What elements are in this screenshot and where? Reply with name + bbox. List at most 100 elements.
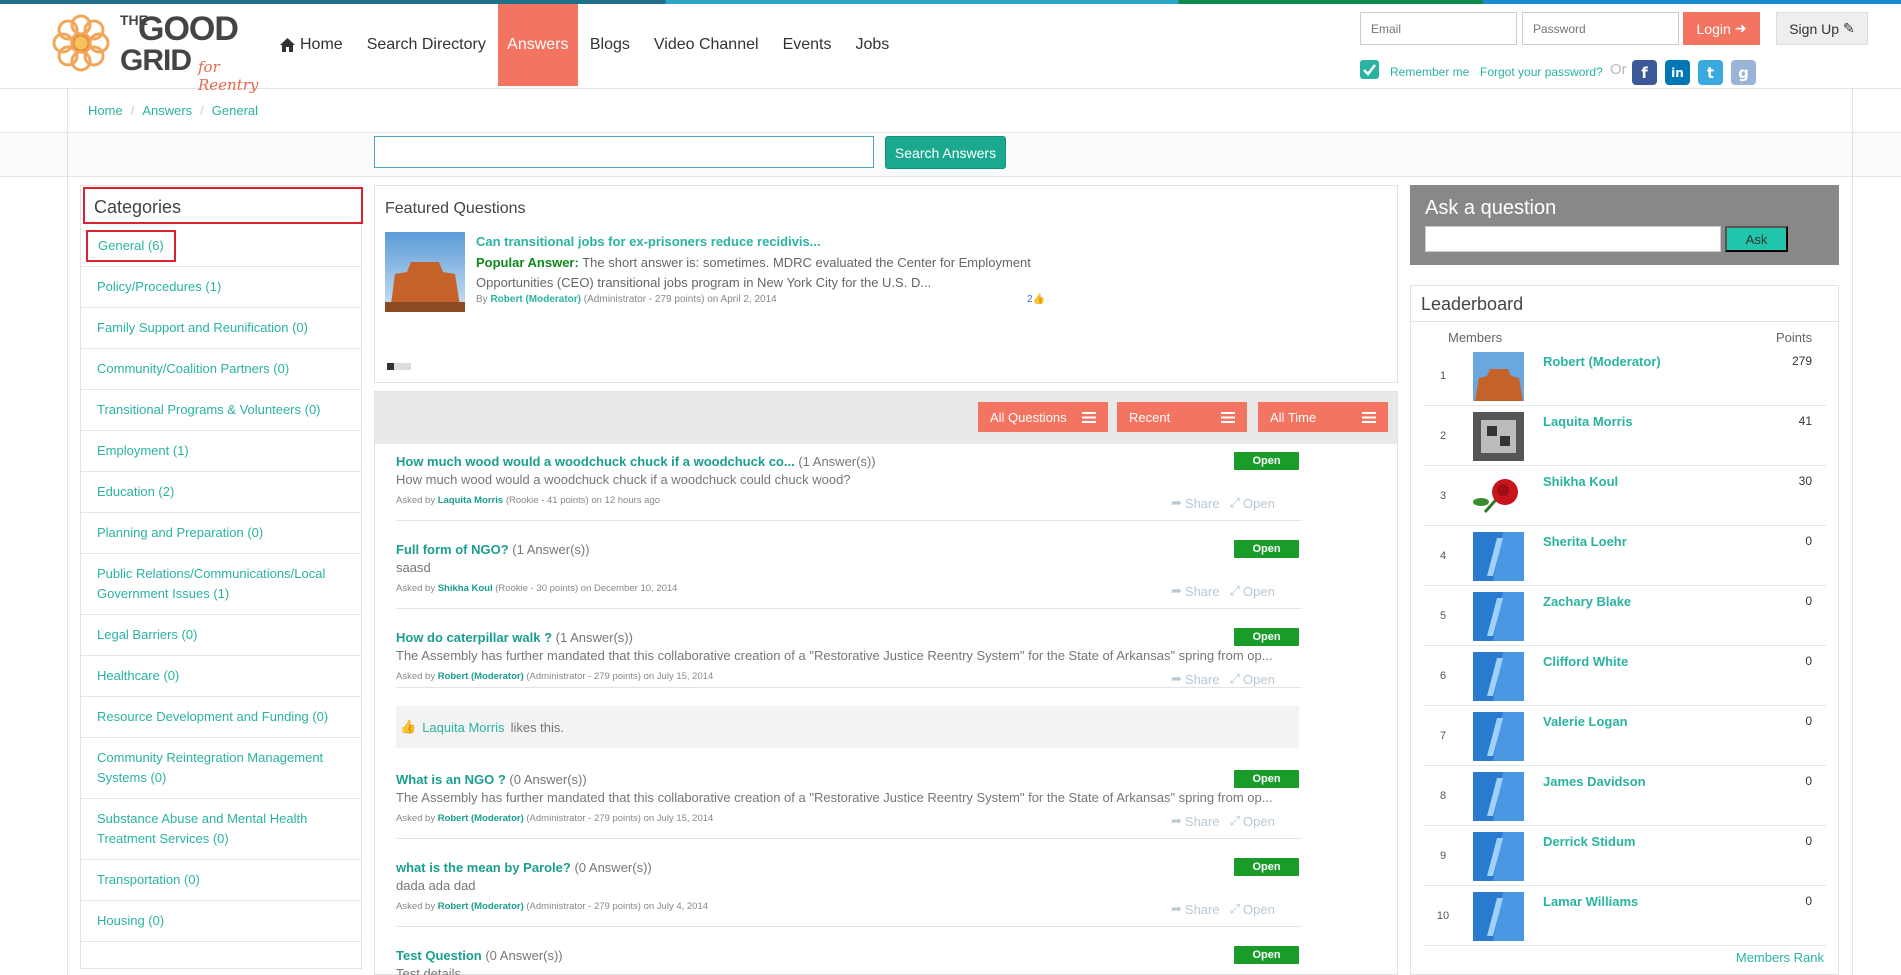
category-item[interactable]: Family Support and Reunification (0) <box>81 308 361 349</box>
remember-me-label[interactable]: Remember me <box>1390 65 1469 79</box>
member-name-link[interactable]: James Davidson <box>1543 774 1646 789</box>
share-button[interactable]: ➦ Share <box>1171 813 1220 829</box>
featured-likes[interactable]: 2👍 <box>1027 294 1045 305</box>
facebook-icon[interactable]: f <box>1632 60 1657 85</box>
linkedin-icon[interactable]: in <box>1665 60 1690 85</box>
filter-recent[interactable]: Recent <box>1117 402 1247 432</box>
password-field[interactable] <box>1522 12 1679 45</box>
open-button[interactable]: ⤢ Open <box>1230 813 1275 829</box>
category-item[interactable]: Community Reintegration Management Syste… <box>81 738 361 799</box>
avatar[interactable] <box>1473 712 1524 761</box>
category-item[interactable]: Resource Development and Funding (0) <box>81 697 361 738</box>
question-link[interactable]: Test Question <box>396 948 482 963</box>
category-item[interactable]: Transitional Programs & Volunteers (0) <box>81 390 361 431</box>
signup-button[interactable]: Sign Up ✎ <box>1776 12 1868 45</box>
member-name-link[interactable]: Shikha Koul <box>1543 474 1618 489</box>
avatar[interactable] <box>1473 832 1524 881</box>
category-item[interactable]: Planning and Preparation (0) <box>81 513 361 554</box>
avatar[interactable] <box>1473 352 1524 401</box>
nav-search-directory[interactable]: Search Directory <box>355 4 498 86</box>
nav-home[interactable]: Home <box>268 4 355 86</box>
author-link[interactable]: Robert (Moderator) <box>438 813 524 824</box>
category-item[interactable]: Healthcare (0) <box>81 656 361 697</box>
featured-author-link[interactable]: Robert (Moderator) <box>490 294 581 305</box>
open-label: Open <box>1243 495 1275 511</box>
author-link[interactable]: Shikha Koul <box>438 583 493 594</box>
email-field[interactable] <box>1360 12 1517 45</box>
open-button[interactable]: ⤢ Open <box>1230 671 1275 687</box>
category-item[interactable]: Housing (0) <box>81 901 361 942</box>
question-link[interactable]: Full form of NGO? <box>396 542 509 557</box>
question-link[interactable]: How much wood would a woodchuck chuck if… <box>396 454 795 469</box>
list-icon <box>1221 411 1235 423</box>
avatar[interactable] <box>1473 472 1524 521</box>
featured-thumbnail[interactable] <box>385 232 465 312</box>
member-name-link[interactable]: Derrick Stidum <box>1543 834 1635 849</box>
question-link[interactable]: What is an NGO ? <box>396 772 506 787</box>
nav-jobs[interactable]: Jobs <box>843 4 901 86</box>
share-button[interactable]: ➦ Share <box>1171 901 1220 917</box>
question-title: Test Question (0 Answer(s)) <box>396 948 563 963</box>
ask-button[interactable]: Ask <box>1725 226 1788 252</box>
featured-question-link[interactable]: Can transitional jobs for ex-prisoners r… <box>476 234 821 249</box>
breadcrumb-general[interactable]: General <box>212 103 258 118</box>
member-name-link[interactable]: Robert (Moderator) <box>1543 354 1661 369</box>
avatar[interactable] <box>1473 892 1524 941</box>
category-item[interactable]: Policy/Procedures (1) <box>81 267 361 308</box>
filter-all-questions[interactable]: All Questions <box>978 402 1108 432</box>
share-button[interactable]: ➦ Share <box>1171 495 1220 511</box>
author-link[interactable]: Robert (Moderator) <box>438 901 524 912</box>
login-button[interactable]: Login ➜ <box>1683 12 1760 45</box>
nav-blogs[interactable]: Blogs <box>578 4 642 86</box>
open-button[interactable]: ⤢ Open <box>1230 495 1275 511</box>
author-link[interactable]: Robert (Moderator) <box>438 671 524 682</box>
breadcrumb-answers[interactable]: Answers <box>142 103 192 118</box>
liked-by-link[interactable]: Laquita Morris <box>422 720 504 735</box>
question-link[interactable]: what is the mean by Parole? <box>396 860 571 875</box>
avatar[interactable] <box>1473 652 1524 701</box>
filter-time[interactable]: All Time <box>1258 402 1388 432</box>
member-name-link[interactable]: Valerie Logan <box>1543 714 1628 729</box>
carousel-indicator[interactable] <box>387 363 411 370</box>
share-button[interactable]: ➦ Share <box>1171 671 1220 687</box>
nav-events[interactable]: Events <box>771 4 844 86</box>
members-rank-link[interactable]: Members Rank <box>1736 950 1824 965</box>
member-name-link[interactable]: Lamar Williams <box>1543 894 1638 909</box>
category-item[interactable]: Employment (1) <box>81 431 361 472</box>
open-button[interactable]: ⤢ Open <box>1230 583 1275 599</box>
nav-answers[interactable]: Answers <box>497 4 578 86</box>
member-name-link[interactable]: Sherita Loehr <box>1543 534 1627 549</box>
category-item[interactable]: Transportation (0) <box>81 860 361 901</box>
open-button[interactable]: ⤢ Open <box>1230 901 1275 917</box>
category-item[interactable]: Community/Coalition Partners (0) <box>81 349 361 390</box>
avatar[interactable] <box>1473 532 1524 581</box>
answers-search-input[interactable] <box>374 136 874 168</box>
author-link[interactable]: Laquita Morris <box>438 495 503 506</box>
carousel-dot-active[interactable] <box>387 363 394 370</box>
avatar[interactable] <box>1473 412 1524 461</box>
member-name-link[interactable]: Laquita Morris <box>1543 414 1633 429</box>
category-item[interactable]: Substance Abuse and Mental Health Treatm… <box>81 799 361 860</box>
member-name-link[interactable]: Zachary Blake <box>1543 594 1631 609</box>
share-button[interactable]: ➦ Share <box>1171 583 1220 599</box>
twitter-icon[interactable]: t <box>1698 60 1723 85</box>
category-item[interactable]: Public Relations/Communications/Local Go… <box>81 554 361 615</box>
breadcrumb-home[interactable]: Home <box>88 103 123 118</box>
ask-question-input[interactable] <box>1425 226 1721 252</box>
google-icon[interactable]: g <box>1731 60 1756 85</box>
search-answers-button[interactable]: Search Answers <box>885 136 1006 169</box>
member-name-link[interactable]: Clifford White <box>1543 654 1628 669</box>
avatar[interactable] <box>1473 772 1524 821</box>
remember-me-checkbox[interactable] <box>1360 60 1379 79</box>
category-item[interactable]: Legal Barriers (0) <box>81 615 361 656</box>
site-logo[interactable]: THE GOOD GRID for Reentry <box>48 8 268 94</box>
category-general[interactable]: General (6) <box>81 226 361 267</box>
featured-answer: Popular Answer: The short answer is: som… <box>476 253 1056 293</box>
forgot-password-link[interactable]: Forgot your password? <box>1480 65 1603 79</box>
avatar[interactable] <box>1473 592 1524 641</box>
question-link[interactable]: How do caterpillar walk ? <box>396 630 552 645</box>
thumbs-up-icon: 👍 <box>1032 294 1046 305</box>
filter-label: All Time <box>1270 409 1317 425</box>
nav-video-channel[interactable]: Video Channel <box>642 4 771 86</box>
category-item[interactable]: Education (2) <box>81 472 361 513</box>
